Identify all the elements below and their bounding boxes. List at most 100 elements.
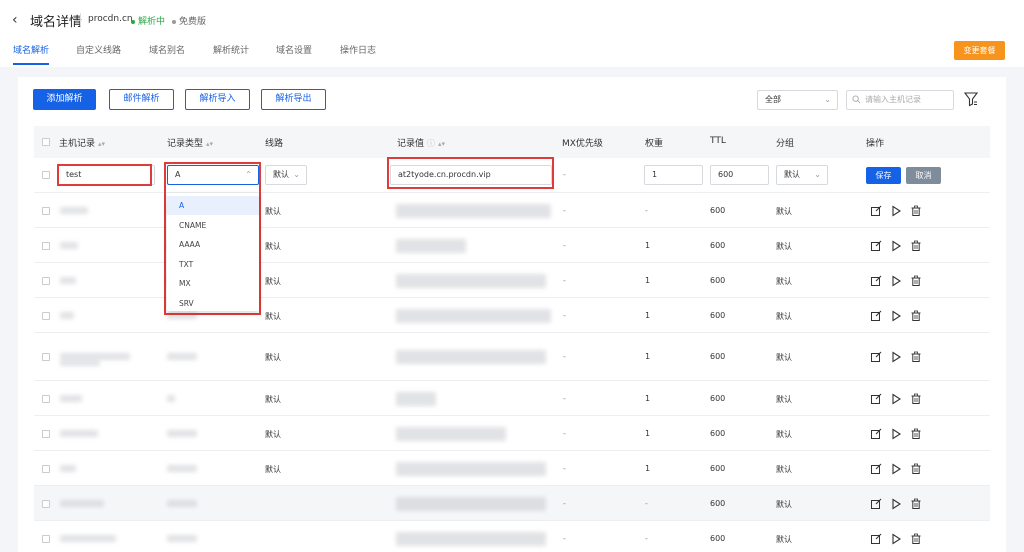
type-redacted xyxy=(167,394,175,402)
group-value: 默认 xyxy=(776,276,792,286)
line-value: 默认 xyxy=(265,206,281,216)
save-button[interactable]: 保存 xyxy=(866,167,901,184)
record-value-input[interactable]: at2tyode.cn.procdn.vip xyxy=(390,165,552,185)
col-value[interactable]: 记录值 ⓘ ▴▾ xyxy=(397,136,445,149)
add-record-button[interactable]: 添加解析 xyxy=(33,89,96,110)
row-checkbox[interactable] xyxy=(42,171,50,179)
value-redacted xyxy=(396,461,546,476)
trash-icon[interactable] xyxy=(910,533,922,545)
row-checkbox[interactable] xyxy=(42,353,50,361)
row-checkbox[interactable] xyxy=(42,464,50,473)
row-checkbox[interactable] xyxy=(42,534,50,543)
edit-icon[interactable] xyxy=(870,428,882,440)
col-group: 分组 xyxy=(776,139,795,149)
group-value: 默认 xyxy=(776,311,792,321)
edit-icon[interactable] xyxy=(870,275,882,287)
divider xyxy=(80,13,81,26)
line-value: 默认 xyxy=(265,241,281,251)
line-filter-select[interactable]: 全部 ⌄ xyxy=(757,90,838,110)
host-input[interactable]: test xyxy=(58,165,155,185)
table-header: 主机记录 ▴▾ 记录类型 ▴▾ 线路 记录值 ⓘ ▴▾ MX优先级 权重 TTL 分组 … xyxy=(34,126,990,158)
row-checkbox[interactable] xyxy=(42,311,50,320)
edit-icon[interactable] xyxy=(870,240,882,252)
ttl-value: 600 xyxy=(710,310,726,320)
type-value: A xyxy=(175,170,181,179)
ttl-value: 600 xyxy=(710,275,726,285)
status-dot-icon xyxy=(131,19,135,24)
col-host[interactable]: 主机记录 ▴▾ xyxy=(59,136,105,149)
play-icon[interactable] xyxy=(890,427,902,440)
line-select[interactable]: 默认 ⌄ xyxy=(265,165,307,185)
ttl-input[interactable]: 600 xyxy=(710,165,769,185)
tab-domain-alias[interactable]: 域名别名 xyxy=(149,43,185,56)
type-select[interactable]: A ⌃ xyxy=(167,165,259,185)
play-icon[interactable] xyxy=(890,462,902,475)
edit-icon[interactable] xyxy=(870,351,882,363)
trash-icon[interactable] xyxy=(910,205,922,217)
row-checkbox[interactable] xyxy=(42,241,50,250)
trash-icon[interactable] xyxy=(910,310,922,322)
line-value: 默认 xyxy=(265,429,281,439)
type-option-aaaa[interactable]: AAAA xyxy=(167,235,259,254)
edit-icon[interactable] xyxy=(870,533,882,545)
type-option-mx[interactable]: MX xyxy=(167,274,259,293)
edit-icon[interactable] xyxy=(870,463,882,475)
mx-value: - xyxy=(563,463,566,473)
trash-icon[interactable] xyxy=(910,393,922,405)
type-option-srv[interactable]: SRV xyxy=(167,294,259,313)
line-value: 默认 xyxy=(265,353,281,362)
trash-icon[interactable] xyxy=(910,463,922,475)
weight-input[interactable]: 1 xyxy=(644,165,703,185)
edit-icon[interactable] xyxy=(870,393,882,405)
edit-icon[interactable] xyxy=(870,205,882,217)
tab-resolve-stats[interactable]: 解析统计 xyxy=(213,43,249,56)
play-icon[interactable] xyxy=(890,497,902,510)
mx-value: - xyxy=(563,205,566,215)
row-checkbox[interactable] xyxy=(42,276,50,285)
host-redacted xyxy=(60,464,76,472)
edit-icon[interactable] xyxy=(870,498,882,510)
tab-domain-settings[interactable]: 域名设置 xyxy=(276,43,312,56)
line-filter-value: 全部 xyxy=(765,95,781,104)
host-redacted xyxy=(60,241,78,249)
filter-icon[interactable] xyxy=(964,91,978,107)
type-option-txt[interactable]: TXT xyxy=(167,255,259,274)
active-tab-indicator xyxy=(13,63,49,65)
weight-value: 1 xyxy=(645,240,651,250)
select-all-checkbox[interactable] xyxy=(42,138,50,146)
ttl-value: 600 xyxy=(710,205,726,215)
tab-operation-log[interactable]: 操作日志 xyxy=(340,43,376,56)
mail-resolve-button[interactable]: 邮件解析 xyxy=(109,89,174,110)
host-search-input[interactable]: 请输入主机记录 xyxy=(846,90,954,110)
value-redacted xyxy=(396,203,551,218)
trash-icon[interactable] xyxy=(910,240,922,252)
row-checkbox[interactable] xyxy=(42,499,50,508)
play-icon[interactable] xyxy=(890,274,902,287)
row-checkbox[interactable] xyxy=(42,206,50,215)
type-option-cname[interactable]: CNAME xyxy=(167,216,259,235)
plan-badge: 免费版 xyxy=(172,14,206,27)
tab-dns-resolve[interactable]: 域名解析 xyxy=(13,43,49,56)
play-icon[interactable] xyxy=(890,239,902,252)
play-icon[interactable] xyxy=(890,532,902,545)
cancel-button[interactable]: 取消 xyxy=(906,167,941,184)
import-button[interactable]: 解析导入 xyxy=(185,89,250,110)
row-checkbox[interactable] xyxy=(42,429,50,438)
play-icon[interactable] xyxy=(890,204,902,217)
edit-icon[interactable] xyxy=(870,310,882,322)
trash-icon[interactable] xyxy=(910,428,922,440)
play-icon[interactable] xyxy=(890,392,902,405)
type-option-a[interactable]: A xyxy=(167,196,259,215)
tab-custom-lines[interactable]: 自定义线路 xyxy=(76,43,121,56)
play-icon[interactable] xyxy=(890,351,902,363)
upgrade-plan-button[interactable]: 变更套餐 xyxy=(954,41,1005,60)
col-type[interactable]: 记录类型 ▴▾ xyxy=(167,136,213,149)
play-icon[interactable] xyxy=(890,309,902,322)
export-button[interactable]: 解析导出 xyxy=(261,89,326,110)
trash-icon[interactable] xyxy=(910,498,922,510)
row-checkbox[interactable] xyxy=(42,394,50,403)
trash-icon[interactable] xyxy=(910,275,922,287)
chevron-left-icon[interactable]: ‹ xyxy=(12,12,18,28)
group-select[interactable]: 默认 ⌄ xyxy=(776,165,828,185)
trash-icon[interactable] xyxy=(910,351,922,363)
